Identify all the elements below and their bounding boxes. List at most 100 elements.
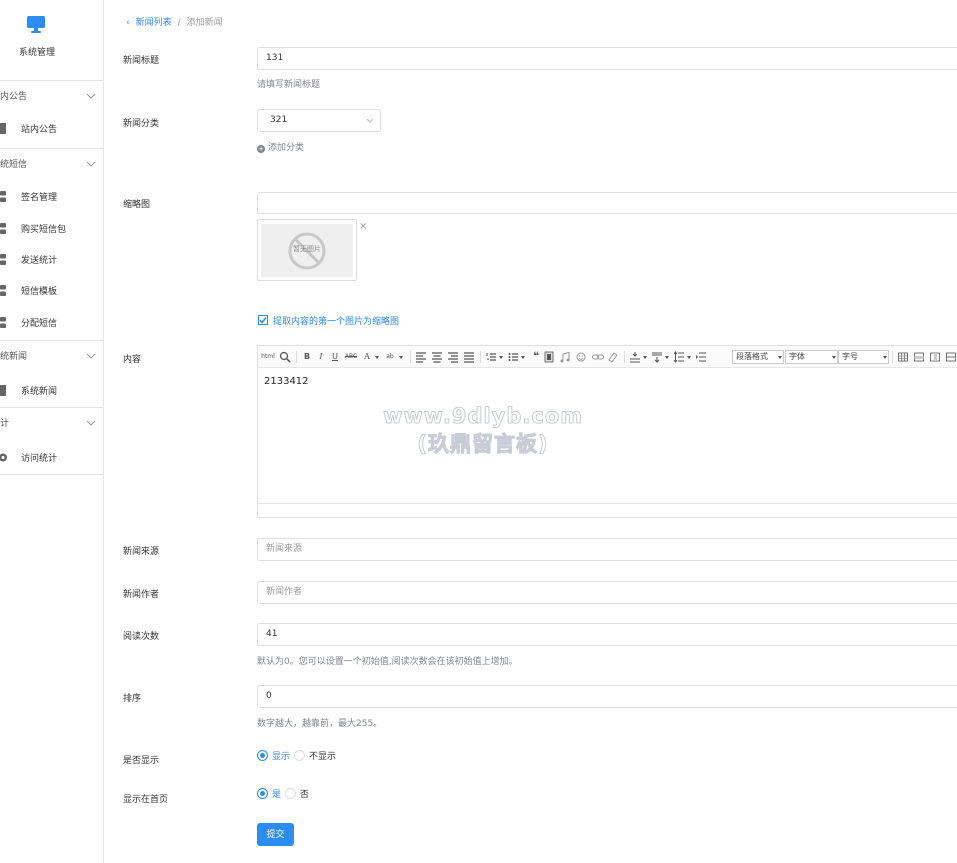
emoji-icon[interactable]: [576, 351, 586, 363]
sort-hint: 数字越大，越靠前，最大255。: [257, 719, 383, 729]
sidebar-item-signature[interactable]: 签名管理: [0, 187, 104, 207]
text-direction-icon[interactable]: [696, 351, 706, 363]
table-icon[interactable]: [898, 351, 908, 363]
breadcrumb-news-list[interactable]: 新闻列表: [136, 18, 172, 28]
no-image-text: 暂无图片: [293, 245, 321, 253]
home-yes-label[interactable]: 是: [272, 790, 281, 800]
underline-button[interactable]: U: [330, 351, 340, 363]
show-radio-group: 显示 不显示: [257, 749, 336, 762]
sidebar-item-label: 短信模板: [21, 287, 58, 297]
checkbox-checked-icon[interactable]: [258, 315, 268, 325]
sidebar-item-system-news[interactable]: 系统新闻: [0, 381, 104, 401]
code-icon[interactable]: [544, 351, 554, 363]
link-icon: [0, 254, 6, 265]
insert-column-icon[interactable]: [930, 351, 940, 363]
caret-down-icon[interactable]: [520, 351, 526, 363]
show-no-radio[interactable]: [294, 750, 306, 761]
insert-row-icon[interactable]: [914, 351, 924, 363]
category-select[interactable]: 321: [257, 109, 381, 132]
align-justify-icon[interactable]: [464, 351, 474, 363]
sidebar-group-news: 统新闻 系统新闻: [0, 340, 104, 407]
author-input[interactable]: 新闻作者: [257, 581, 957, 604]
add-category-label: 添加分类: [268, 143, 305, 153]
chevron-left-icon[interactable]: ‹: [126, 18, 130, 28]
chevron-down-icon[interactable]: [86, 351, 96, 361]
extract-thumbnail-label: 提取内容的第一个图片为缩略图: [273, 317, 400, 327]
sidebar-item-visit-stats[interactable]: 访问统计: [0, 448, 104, 468]
caret-down-icon[interactable]: [498, 351, 504, 363]
thumbnail-preview[interactable]: 暂无图片: [257, 219, 357, 281]
caret-down-icon[interactable]: [398, 351, 404, 363]
submit-button[interactable]: 提交: [257, 823, 294, 846]
sidebar-group-title[interactable]: 统新闻: [0, 350, 27, 364]
extract-thumbnail-checkbox[interactable]: 提取内容的第一个图片为缩略图: [258, 314, 399, 327]
search-icon[interactable]: [279, 351, 291, 363]
caret-down-icon[interactable]: [374, 351, 380, 363]
align-left-icon[interactable]: [416, 351, 426, 363]
source-input[interactable]: 新闻来源: [257, 538, 957, 561]
editor-footer-divider: [258, 503, 957, 504]
highlight-button[interactable]: ab: [384, 351, 396, 363]
strikethrough-button[interactable]: ABC: [344, 351, 358, 363]
thumbnail-input[interactable]: [257, 192, 957, 214]
title-input[interactable]: 131: [257, 47, 957, 70]
title-label: 新闻标题: [123, 56, 160, 66]
home-yes-radio[interactable]: [257, 788, 268, 799]
editor-content[interactable]: 2133412: [264, 376, 309, 387]
home-radio-group: 是否: [257, 787, 309, 800]
sort-label: 排序: [123, 694, 142, 704]
close-icon[interactable]: ×: [359, 221, 367, 232]
chevron-down-icon[interactable]: [86, 91, 96, 101]
caret-down-icon: [883, 356, 887, 359]
breadcrumb-separator: /: [177, 18, 181, 28]
home-no-label[interactable]: 否: [300, 790, 309, 800]
add-category-button[interactable]: + 添加分类: [257, 140, 304, 153]
sidebar-group-title[interactable]: 统短信: [0, 158, 27, 172]
paragraph-spacing-below-icon[interactable]: [652, 351, 662, 363]
sidebar-group-title[interactable]: 内公告: [0, 90, 27, 104]
caret-down-icon[interactable]: [642, 351, 648, 363]
html-source-button[interactable]: html: [261, 351, 275, 363]
line-height-icon[interactable]: [674, 351, 684, 363]
align-right-icon[interactable]: [448, 351, 458, 363]
reads-hint: 默认为0。您可以设置一个初始值,阅读次数会在该初始值上增加。: [257, 657, 518, 667]
brand-label: 系统管理: [18, 48, 55, 58]
sort-input[interactable]: 0: [257, 685, 957, 708]
home-no-radio[interactable]: [285, 788, 297, 799]
category-label: 新闻分类: [123, 119, 160, 129]
sidebar-item-send-stats[interactable]: 发送统计: [0, 250, 104, 270]
show-yes-label[interactable]: 显示: [272, 752, 290, 762]
sidebar-item-allocate-sms[interactable]: 分配短信: [0, 313, 104, 333]
merge-cells-icon[interactable]: [946, 351, 956, 363]
italic-button[interactable]: I: [316, 351, 326, 363]
eraser-icon[interactable]: [608, 351, 618, 363]
chevron-down-icon: [367, 119, 373, 123]
link-icon[interactable]: [592, 351, 604, 363]
paragraph-spacing-icon[interactable]: [630, 351, 640, 363]
document-icon: [0, 385, 6, 396]
quote-icon[interactable]: ❝: [531, 351, 541, 363]
show-no-label[interactable]: 不显示: [309, 752, 336, 762]
link-icon: [0, 223, 6, 234]
sidebar-item-buy-sms[interactable]: 购买短信包: [0, 219, 104, 239]
chevron-down-icon[interactable]: [86, 159, 96, 169]
unordered-list-icon[interactable]: [508, 351, 518, 363]
ordered-list-icon[interactable]: [486, 351, 496, 363]
font-color-button[interactable]: A: [362, 351, 372, 363]
rich-text-editor[interactable]: html B I U ABC A ab ❝ 段落格式 字体 字号 2133412: [257, 345, 957, 518]
chevron-down-icon[interactable]: [86, 418, 96, 428]
sidebar-item-announcement[interactable]: 站内公告: [0, 119, 104, 139]
music-icon[interactable]: [560, 351, 570, 363]
brand[interactable]: 系统管理: [0, 0, 104, 80]
thumbnail-placeholder: 暂无图片: [261, 224, 353, 277]
sidebar-item-sms-template[interactable]: 短信模板: [0, 281, 104, 301]
caret-down-icon[interactable]: [686, 351, 692, 363]
show-yes-radio[interactable]: [257, 750, 268, 761]
sidebar-group-title[interactable]: 计: [0, 417, 9, 431]
caret-down-icon[interactable]: [664, 351, 670, 363]
align-center-icon[interactable]: [432, 351, 442, 363]
reads-label: 阅读次数: [123, 632, 160, 642]
reads-input[interactable]: 41: [257, 623, 957, 646]
bold-button[interactable]: B: [302, 351, 312, 363]
document-icon: [0, 123, 6, 134]
